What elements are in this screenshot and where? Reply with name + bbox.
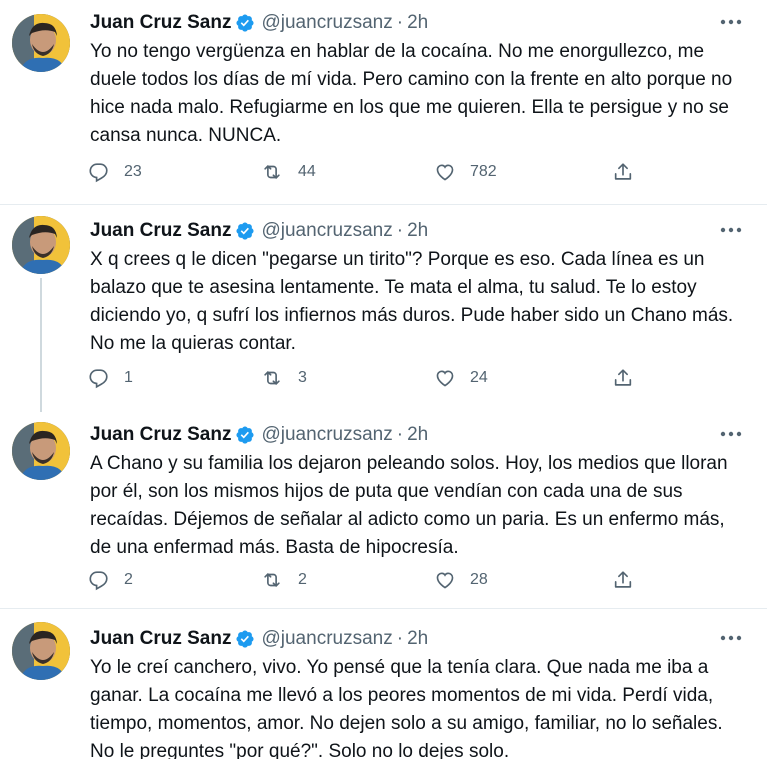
avatar[interactable] bbox=[12, 14, 70, 72]
tweet-header: Juan Cruz Sanz @juancruzsanz · 2h bbox=[90, 626, 428, 652]
reply-button[interactable]: 2 bbox=[88, 567, 133, 593]
retweet-icon bbox=[264, 371, 280, 385]
timestamp[interactable]: 2h bbox=[407, 424, 428, 446]
share-button[interactable] bbox=[612, 567, 648, 593]
share-icon bbox=[614, 369, 632, 386]
like-button[interactable]: 28 bbox=[434, 567, 488, 593]
retweet-button[interactable]: 3 bbox=[260, 365, 307, 391]
display-name[interactable]: Juan Cruz Sanz bbox=[90, 12, 231, 34]
tweet-actions: 2 2 28 bbox=[88, 567, 648, 593]
more-options-icon[interactable] bbox=[719, 626, 743, 650]
reply-count: 1 bbox=[124, 369, 133, 386]
retweet-button[interactable]: 44 bbox=[260, 159, 316, 185]
timestamp[interactable]: 2h bbox=[407, 628, 428, 650]
tweet-text: X q crees q le dicen "pegarse un tirito"… bbox=[90, 249, 734, 354]
verified-badge-icon bbox=[235, 629, 255, 649]
retweet-button[interactable]: 2 bbox=[260, 567, 307, 593]
share-icon bbox=[614, 163, 632, 180]
display-name[interactable]: Juan Cruz Sanz bbox=[90, 220, 231, 242]
tweet-feed: Juan Cruz Sanz @juancruzsanz · 2h Yo no … bbox=[0, 0, 767, 759]
tweet[interactable]: Juan Cruz Sanz @juancruzsanz · 2h X q cr… bbox=[0, 204, 767, 412]
timestamp[interactable]: 2h bbox=[407, 220, 428, 242]
verified-badge-icon bbox=[235, 221, 255, 241]
separator: · bbox=[396, 12, 404, 33]
avatar[interactable] bbox=[12, 622, 70, 680]
avatar[interactable] bbox=[12, 216, 70, 274]
share-button[interactable] bbox=[612, 365, 648, 391]
tweet-actions: 23 44 782 bbox=[88, 159, 648, 185]
handle[interactable]: @juancruzsanz bbox=[261, 628, 392, 650]
reply-button[interactable]: 1 bbox=[88, 365, 133, 391]
retweet-count: 44 bbox=[298, 163, 316, 180]
like-count: 782 bbox=[470, 163, 497, 180]
reply-button[interactable]: 23 bbox=[88, 159, 142, 185]
tweet-header: Juan Cruz Sanz @juancruzsanz · 2h bbox=[90, 422, 428, 448]
like-count: 24 bbox=[470, 369, 488, 386]
verified-badge-icon bbox=[235, 425, 255, 445]
reply-icon bbox=[89, 369, 108, 389]
like-button[interactable]: 24 bbox=[434, 365, 488, 391]
handle[interactable]: @juancruzsanz bbox=[261, 12, 392, 34]
retweet-icon bbox=[264, 573, 280, 587]
reply-icon bbox=[89, 163, 108, 183]
retweet-icon bbox=[264, 165, 280, 179]
display-name[interactable]: Juan Cruz Sanz bbox=[90, 628, 231, 650]
display-name[interactable]: Juan Cruz Sanz bbox=[90, 424, 231, 446]
handle[interactable]: @juancruzsanz bbox=[261, 424, 392, 446]
tweet[interactable]: Juan Cruz Sanz @juancruzsanz · 2h A Chan… bbox=[0, 412, 767, 608]
like-count: 28 bbox=[470, 571, 488, 588]
heart-icon bbox=[436, 370, 454, 387]
share-button[interactable] bbox=[612, 159, 648, 185]
verified-badge-icon bbox=[235, 13, 255, 33]
avatar[interactable] bbox=[12, 422, 70, 480]
tweet-actions: 1 3 24 bbox=[88, 365, 648, 391]
tweet-header: Juan Cruz Sanz @juancruzsanz · 2h bbox=[90, 218, 428, 244]
reply-count: 23 bbox=[124, 163, 142, 180]
more-options-icon[interactable] bbox=[719, 218, 743, 242]
heart-icon bbox=[436, 164, 454, 181]
tweet-text: Yo le creí canchero, vivo. Yo pensé que … bbox=[90, 657, 723, 759]
more-options-icon[interactable] bbox=[719, 422, 743, 446]
retweet-count: 3 bbox=[298, 369, 307, 386]
share-icon bbox=[614, 571, 632, 588]
reply-icon bbox=[89, 571, 108, 591]
tweet[interactable]: Juan Cruz Sanz @juancruzsanz · 2h Yo le … bbox=[0, 608, 767, 759]
retweet-count: 2 bbox=[298, 571, 307, 588]
separator: · bbox=[396, 424, 404, 445]
tweet-header: Juan Cruz Sanz @juancruzsanz · 2h bbox=[90, 10, 428, 36]
tweet-text: Yo no tengo vergüenza en hablar de la co… bbox=[90, 41, 733, 146]
timestamp[interactable]: 2h bbox=[407, 12, 428, 34]
handle[interactable]: @juancruzsanz bbox=[261, 220, 392, 242]
separator: · bbox=[396, 628, 404, 649]
separator: · bbox=[396, 220, 404, 241]
thread-connector bbox=[40, 278, 42, 412]
like-button[interactable]: 782 bbox=[434, 159, 497, 185]
tweet[interactable]: Juan Cruz Sanz @juancruzsanz · 2h Yo no … bbox=[0, 0, 767, 204]
reply-count: 2 bbox=[124, 571, 133, 588]
tweet-text: A Chano y su familia los dejaron peleand… bbox=[90, 453, 728, 558]
more-options-icon[interactable] bbox=[719, 10, 743, 34]
heart-icon bbox=[436, 572, 454, 589]
